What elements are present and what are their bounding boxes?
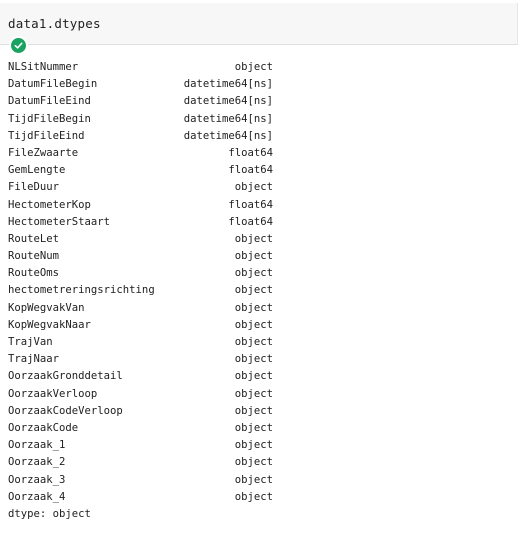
- dtype-row: OorzaakCode object: [8, 420, 308, 437]
- dtype-row: KopWegvakVan object: [8, 300, 308, 317]
- column-dtype: object: [234, 61, 273, 73]
- column-dtype: object: [234, 301, 273, 314]
- column-dtype: float64: [228, 198, 273, 211]
- column-dtype: object: [234, 421, 273, 434]
- column-dtype: object: [234, 181, 273, 194]
- column-name: hectometreringsrichting: [8, 284, 155, 297]
- dtype-row: NLSitNummer object: [8, 59, 308, 76]
- column-name: NLSitNummer: [8, 61, 79, 73]
- dtype-row: OorzaakGronddetail object: [8, 368, 308, 385]
- dtype-row: TrajNaar object: [8, 351, 308, 368]
- column-dtype: object: [234, 336, 273, 348]
- column-dtype: datetime64[ns]: [183, 78, 273, 91]
- run-success-indicator[interactable]: [11, 38, 26, 53]
- dtype-row: TijdFileEind datetime64[ns]: [8, 128, 308, 145]
- column-name: RouteLet: [8, 232, 60, 245]
- column-dtype: object: [234, 404, 273, 417]
- code-line[interactable]: data1.dtypes: [8, 16, 101, 31]
- dtype-row: Oorzaak_3 object: [8, 472, 308, 489]
- column-name: RouteNum: [8, 250, 60, 263]
- column-name: Oorzaak_2: [8, 456, 66, 469]
- dtype-row: OorzaakVerloop object: [8, 386, 308, 403]
- column-dtype: object: [234, 318, 273, 331]
- column-name: DatumFileBegin: [8, 78, 98, 91]
- dtype-list: NLSitNummer object DatumFileBegin datetime6…: [8, 59, 308, 506]
- column-dtype: float64: [228, 164, 273, 177]
- dtype-row: hectometreringsrichting object: [8, 282, 308, 299]
- column-dtype: float64: [228, 146, 273, 159]
- column-dtype: object: [234, 284, 273, 297]
- column-dtype: datetime64[ns]: [183, 112, 273, 125]
- column-dtype: object: [234, 490, 273, 503]
- dtype-row: FileZwaarte float64: [8, 145, 308, 162]
- column-name: KopWegvakNaar: [8, 318, 91, 331]
- column-name: HectometerStaart: [8, 215, 111, 228]
- dtype-row: HectometerStaart float64: [8, 214, 308, 231]
- dtype-row: RouteNum object: [8, 248, 308, 265]
- dtype-row: DatumFileBegin datetime64[ns]: [8, 76, 308, 93]
- dtype-row: Oorzaak_2 object: [8, 454, 308, 471]
- column-dtype: datetime64[ns]: [183, 95, 273, 108]
- dtype-row: DatumFileEind datetime64[ns]: [8, 93, 308, 110]
- column-dtype: object: [234, 353, 273, 366]
- column-name: OorzaakVerloop: [8, 387, 98, 400]
- column-name: TrajNaar: [8, 353, 60, 366]
- dtype-row: TrajVan object: [8, 334, 308, 351]
- column-dtype: object: [234, 473, 273, 486]
- dtype-row: GemLengte float64: [8, 162, 308, 179]
- dtype-row: RouteOms object: [8, 265, 308, 282]
- column-name: OorzaakCodeVerloop: [8, 404, 123, 417]
- notebook-cell: data1.dtypes NLSitNummer object DatumFileB…: [0, 0, 518, 540]
- column-dtype: object: [234, 267, 273, 280]
- dtype-row: RouteLet object: [8, 231, 308, 248]
- column-name: TijdFileEind: [8, 129, 85, 142]
- column-dtype: datetime64[ns]: [183, 129, 273, 142]
- column-name: Oorzaak_3: [8, 473, 66, 486]
- column-dtype: object: [234, 456, 273, 469]
- column-name: OorzaakGronddetail: [8, 370, 123, 383]
- dtype-row: OorzaakCodeVerloop object: [8, 403, 308, 420]
- column-name: HectometerKop: [8, 198, 91, 211]
- column-name: Oorzaak_1: [8, 439, 66, 452]
- code-editor[interactable]: data1.dtypes: [0, 3, 518, 45]
- column-dtype: object: [234, 232, 273, 245]
- column-name: FileDuur: [8, 181, 60, 194]
- column-dtype: object: [234, 439, 273, 452]
- column-name: Oorzaak_4: [8, 490, 66, 503]
- column-name: OorzaakCode: [8, 421, 79, 434]
- column-dtype: object: [234, 370, 273, 383]
- dtype-row: KopWegvakNaar object: [8, 317, 308, 334]
- cell-output: NLSitNummer object DatumFileBegin datetime6…: [8, 59, 308, 523]
- check-icon: [14, 42, 23, 49]
- dtype-footer: dtype: object: [8, 507, 91, 520]
- column-name: RouteOms: [8, 267, 60, 280]
- column-name: TijdFileBegin: [8, 112, 91, 125]
- dtype-row: HectometerKop float64: [8, 197, 308, 214]
- dtype-row: Oorzaak_4 object: [8, 489, 308, 506]
- column-name: FileZwaarte: [8, 146, 79, 159]
- column-name: TrajVan: [8, 336, 53, 348]
- dtype-row: TijdFileBegin datetime64[ns]: [8, 111, 308, 128]
- dtype-row: FileDuur object: [8, 179, 308, 196]
- column-name: DatumFileEind: [8, 95, 91, 108]
- dtype-row: Oorzaak_1 object: [8, 437, 308, 454]
- column-dtype: float64: [228, 215, 273, 228]
- column-dtype: object: [234, 387, 273, 400]
- column-dtype: object: [234, 250, 273, 263]
- column-name: GemLengte: [8, 164, 66, 177]
- column-name: KopWegvakVan: [8, 301, 85, 314]
